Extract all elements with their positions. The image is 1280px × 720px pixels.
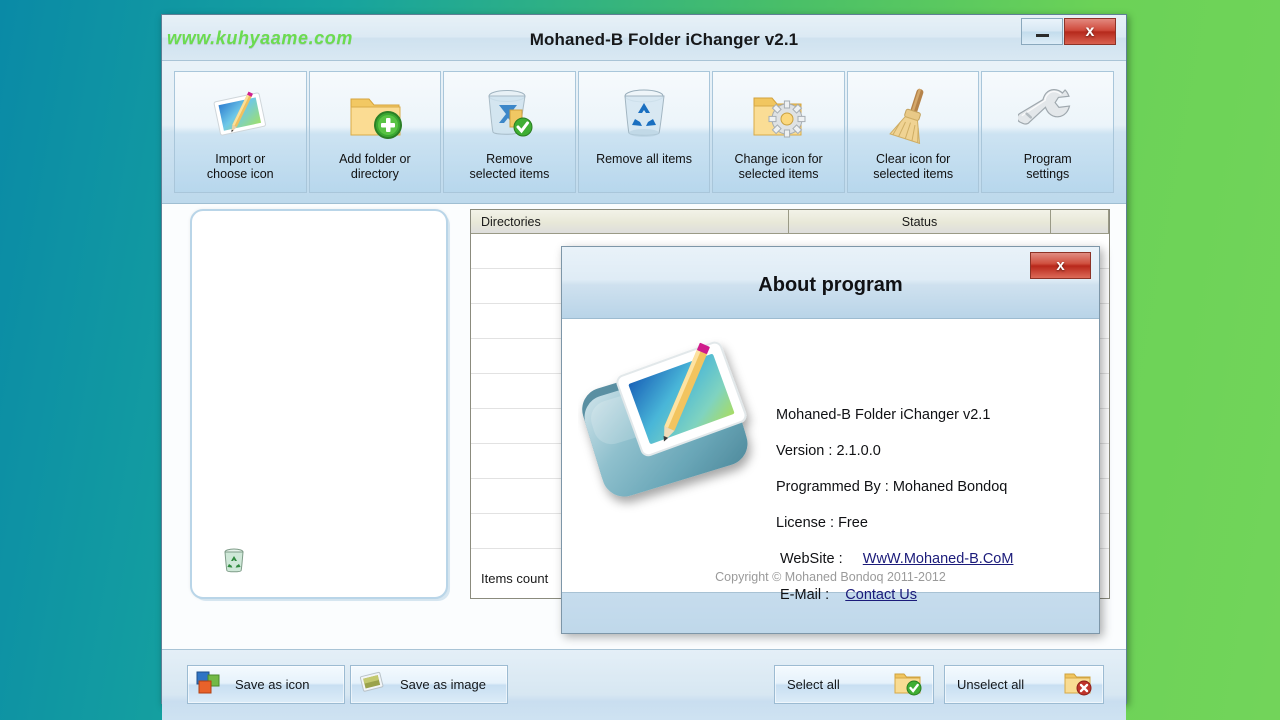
toolbar-button-remove-selected-items[interactable]: Remove selected items [443,71,576,193]
about-copyright: Copyright © Mohaned Bondoq 2011-2012 [715,570,946,584]
unselect-all-label: Unselect all [957,677,1025,692]
toolbar-button-change-icon-selected[interactable]: Change icon for selected items [712,71,845,193]
toolbar-button-program-settings[interactable]: Program settings [981,71,1115,193]
about-product-name: Mohaned-B Folder iChanger v2.1 [776,407,991,423]
app-logo-icon [578,333,764,528]
unselect-all-button[interactable]: Unselect all [944,665,1104,704]
save-as-image-label: Save as image [400,677,486,692]
about-website-row: WebSite : WwW.Mohaned-B.CoM [776,551,1089,567]
close-icon: x [1056,257,1065,274]
about-email-link[interactable]: Contact Us [845,587,917,603]
toolbar-label: Clear icon for selected items [873,152,954,182]
save-icon-icon [196,671,222,698]
minimize-icon [1035,34,1049,37]
about-dialog-title: About program [758,274,903,296]
save-as-icon-label: Save as icon [235,677,310,692]
toolbar-label: Change icon for selected items [734,152,823,182]
save-as-icon-button[interactable]: Save as icon [187,665,345,704]
folder-gear-icon [749,80,809,150]
folder-check-icon [893,670,923,699]
wrench-icon [1017,80,1078,150]
column-header-status[interactable]: Status [789,210,1051,233]
toolbar-label: Remove all items [596,152,692,166]
folder-plus-icon [345,80,405,150]
toolbar-label: Remove selected items [469,152,550,182]
window-title: Mohaned-B Folder iChanger v2.1 [529,30,799,49]
about-website-label: WebSite : [780,551,843,567]
about-body: Mohaned-B Folder iChanger v2.1 Version :… [562,319,1099,603]
about-close-button[interactable]: x [1030,252,1091,279]
about-dialog: About program x Mohaned-B Folder iChange… [561,246,1100,634]
about-email-label: E-Mail : [780,587,830,603]
broom-icon [884,80,942,150]
about-email-row: E-Mail : Contact Us [776,587,1089,603]
close-icon: x [1085,22,1095,40]
about-title-bar: About program x [562,247,1099,319]
toolbar-button-import-choose-icon[interactable]: Import or choose icon [174,71,307,193]
about-license: License : Free [776,515,868,531]
title-bar: www.kuhyaame.com Mohaned-B Folder iChang… [162,15,1126,61]
column-header-extra[interactable] [1051,210,1109,233]
toolbar-button-clear-icon-selected[interactable]: Clear icon for selected items [846,71,980,193]
footer-bar: Save as icon Save as image Select all Un… [162,650,1126,720]
toolbar: Import or choose icon Add folder or direct… [162,61,1126,204]
about-info-block: Mohaned-B Folder iChanger v2.1 Version :… [776,407,1089,623]
minimize-button[interactable] [1021,18,1063,45]
image-pencil-icon [209,80,271,150]
about-version: Version : 2.1.0.0 [776,443,881,459]
image-stack-icon [359,671,387,698]
save-as-image-button[interactable]: Save as image [350,665,508,704]
about-programmed-by: Programmed By : Mohaned Bondoq [776,479,1008,495]
folder-remove-icon [1063,670,1093,699]
select-all-label: Select all [787,677,840,692]
toolbar-label: Add folder or directory [339,152,411,182]
recyclebin-folder-check-icon [480,80,538,150]
toolbar-button-add-folder-directory[interactable]: Add folder or directory [308,71,442,193]
recyclebin-icon [615,80,673,150]
recyclebin-small-icon[interactable] [222,548,246,581]
icon-preview-panel[interactable] [190,209,448,599]
close-button[interactable]: x [1064,18,1116,45]
toolbar-label: Program settings [1023,152,1072,182]
about-website-link[interactable]: WwW.Mohaned-B.CoM [863,551,1014,567]
toolbar-label: Import or choose icon [206,152,274,182]
select-all-button[interactable]: Select all [774,665,934,704]
column-header-directories[interactable]: Directories [471,210,789,233]
toolbar-button-remove-all-items[interactable]: Remove all items [577,71,711,193]
list-header: Directories Status [471,210,1109,234]
